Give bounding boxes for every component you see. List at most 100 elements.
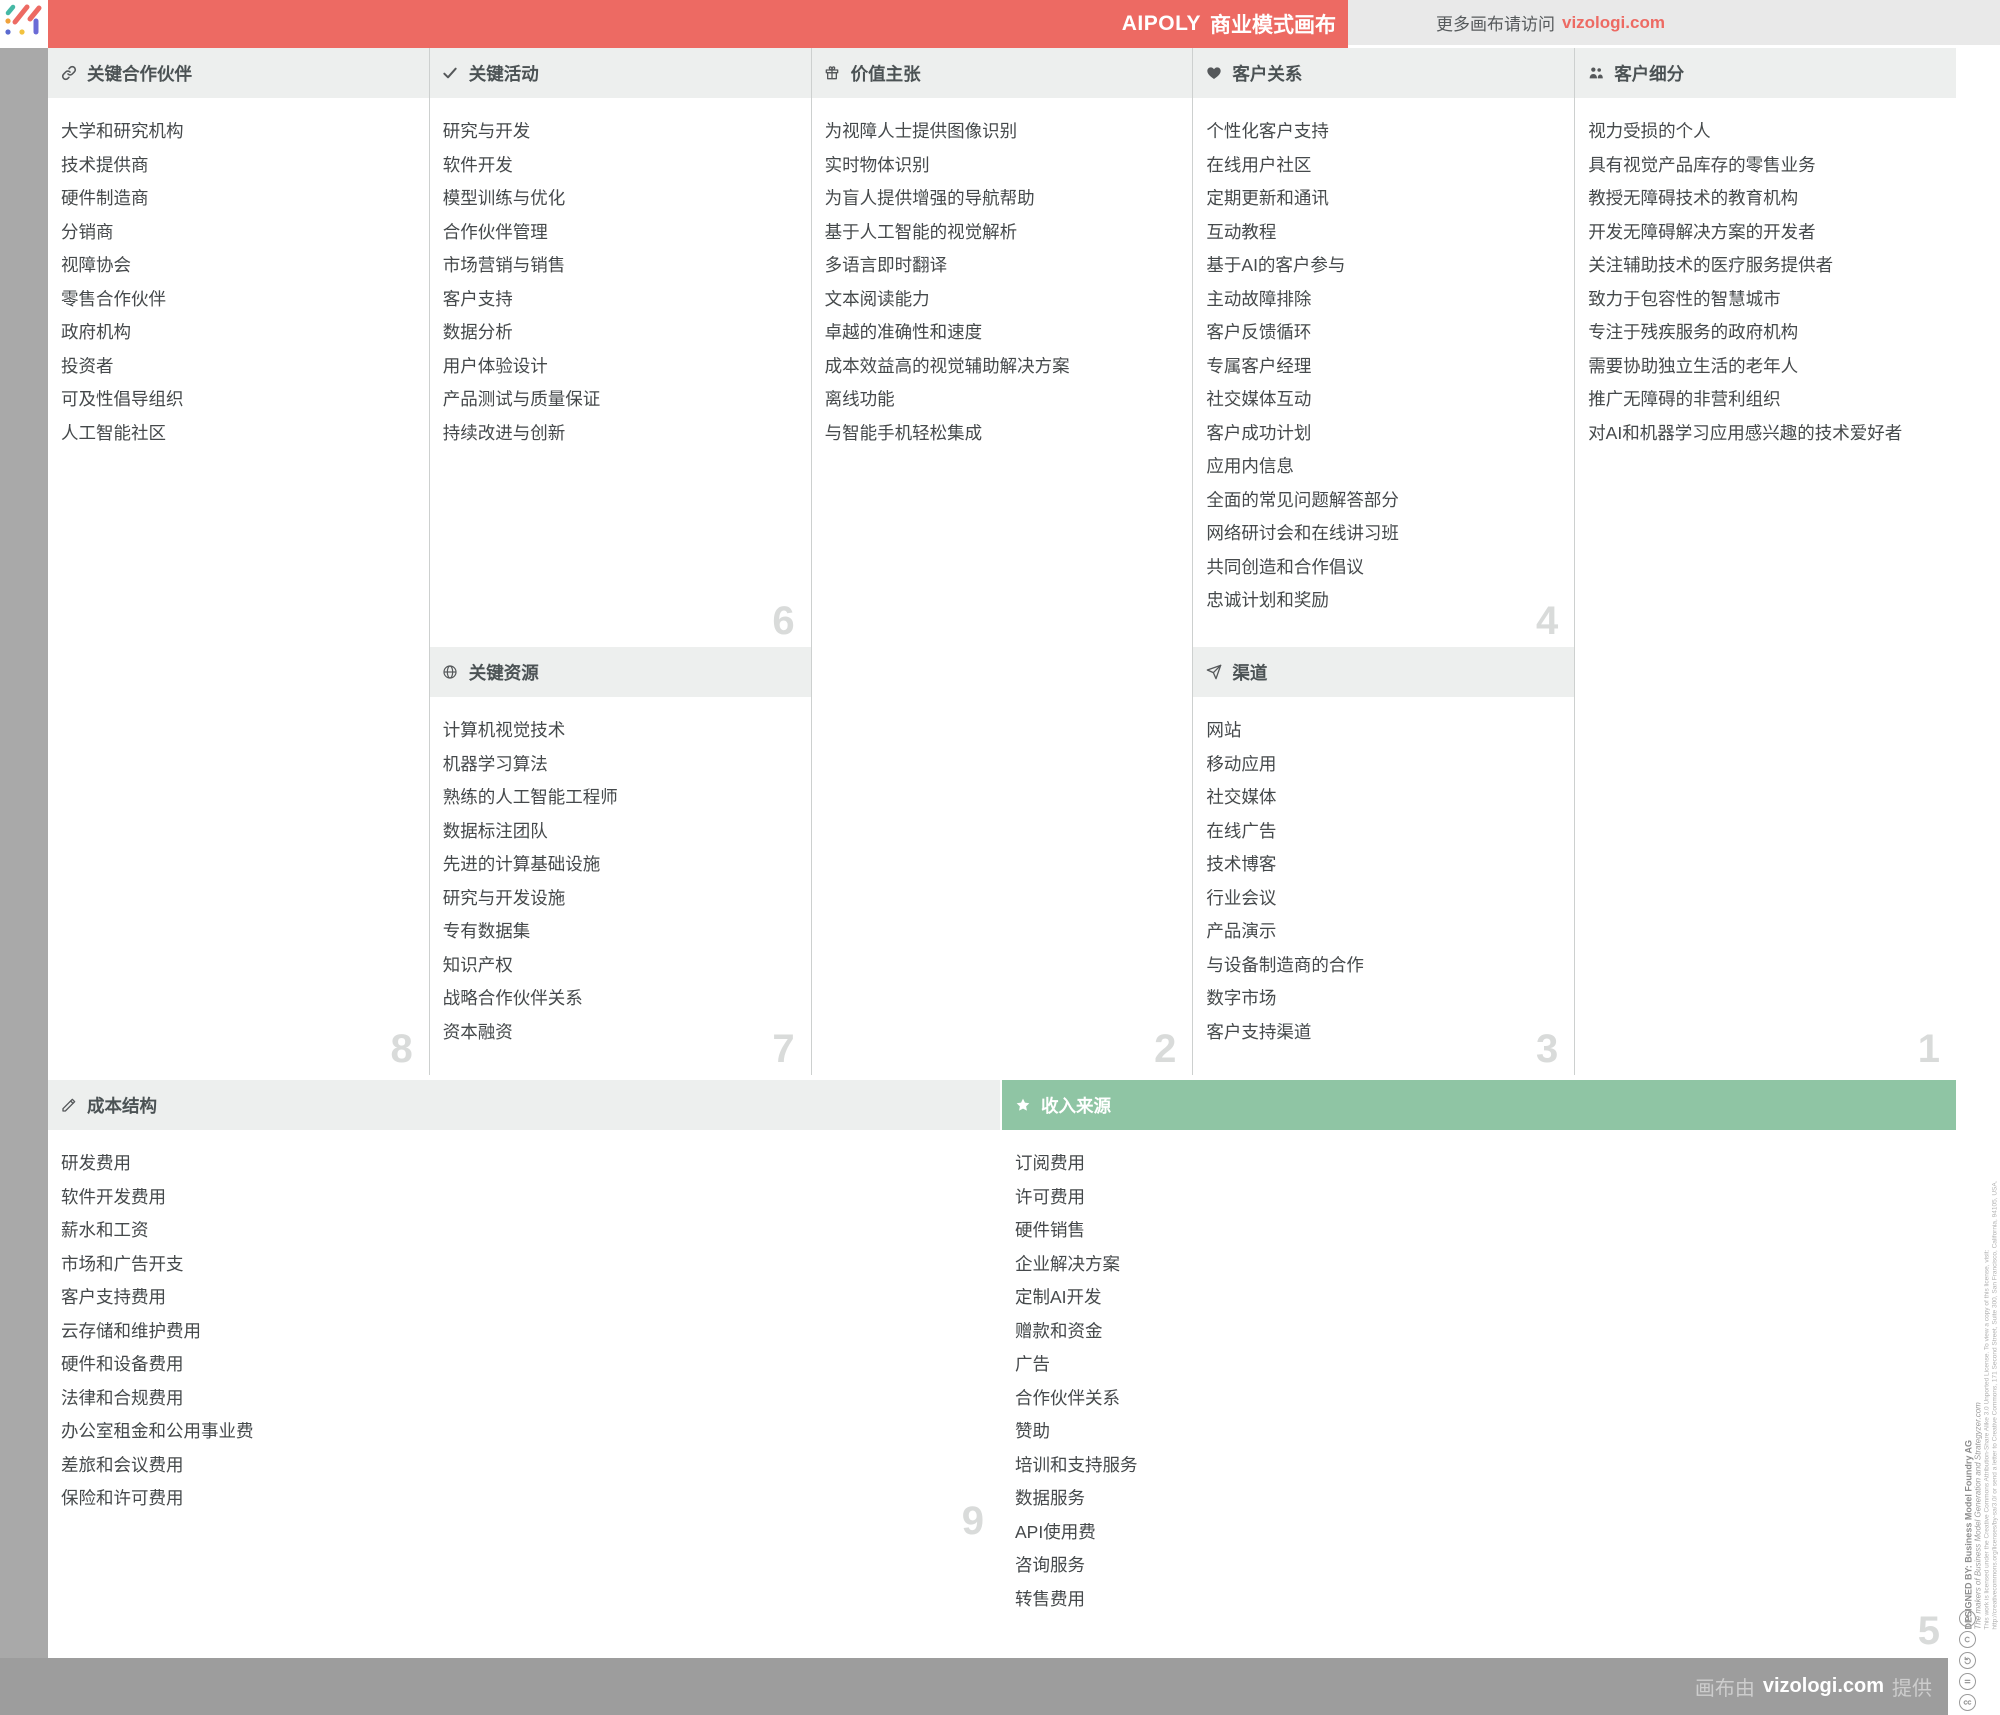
list-item: 在线广告 bbox=[1206, 820, 1277, 841]
section-title: 价值主张 bbox=[850, 63, 921, 84]
list-item: 产品演示 bbox=[1206, 921, 1277, 942]
list-item: 数据分析 bbox=[442, 322, 513, 343]
section-header-customer-relationships: 客户关系 bbox=[1193, 48, 1575, 98]
list-item: 咨询服务 bbox=[1015, 1555, 1085, 1576]
list-item: 具有视觉产品库存的零售业务 bbox=[1588, 154, 1816, 175]
designed-by-text: DESIGNED BY: Business Model Foundry AG bbox=[1963, 1440, 1974, 1630]
list-item: 投资者 bbox=[61, 355, 114, 376]
canvas-grid: 关键合作伙伴 大学和研究机构 技术提供商 硬件制造商 分销商 视障协会 零售合作伙伴 政府机… bbox=[48, 48, 1956, 1075]
list-item: 教授无障碍技术的教育机构 bbox=[1588, 188, 1799, 209]
list-item: 熟练的人工智能工程师 bbox=[442, 787, 618, 808]
list-item: 对AI和机器学习应用感兴趣的技术爱好者 bbox=[1588, 422, 1903, 443]
section-key-activities: 关键活动 研究与开发 软件开发 模型训练与优化 合作伙伴管理 市场营销与销售 客户支持 数据… bbox=[429, 48, 811, 643]
list-item: 赞助 bbox=[1015, 1421, 1050, 1442]
section-key-resources: 关键资源 计算机视觉技术 机器学习算法 熟练的人工智能工程师 数据标注团队 先进的计算基… bbox=[429, 647, 811, 1075]
section-header-key-resources: 关键资源 bbox=[429, 647, 811, 697]
section-header-key-partners: 关键合作伙伴 bbox=[48, 48, 429, 98]
list-item: 可及性倡导组织 bbox=[61, 389, 184, 410]
list-item: 共同创造和合作倡议 bbox=[1206, 556, 1364, 577]
list-item: 模型训练与优化 bbox=[442, 188, 566, 209]
cc-sharealike-icon bbox=[1959, 1652, 1976, 1669]
list-item: 培训和支持服务 bbox=[1015, 1454, 1138, 1475]
star-icon bbox=[1014, 1097, 1031, 1114]
list-item: 数字市场 bbox=[1206, 988, 1277, 1009]
list-item: 移动应用 bbox=[1206, 753, 1277, 774]
list-item: 关注辅助技术的医疗服务提供者 bbox=[1588, 255, 1834, 276]
section-title: 关键活动 bbox=[468, 63, 539, 84]
section-header-key-activities: 关键活动 bbox=[429, 48, 811, 98]
list-item: 研发费用 bbox=[61, 1153, 131, 1174]
link-icon bbox=[60, 65, 77, 82]
left-gutter bbox=[0, 48, 48, 1658]
list-item: 合作伙伴管理 bbox=[442, 221, 548, 242]
list-item: 人工智能社区 bbox=[61, 422, 166, 443]
list-item: 定制AI开发 bbox=[1015, 1287, 1102, 1308]
list-item: 专属客户经理 bbox=[1206, 355, 1312, 376]
page-title: 商业模式画布 bbox=[1210, 14, 1336, 37]
list-item: 为盲人提供增强的导航帮助 bbox=[824, 188, 1035, 209]
footer-suffix: 提供 bbox=[1892, 1678, 1932, 1700]
vizologi-logo-icon bbox=[5, 4, 42, 35]
section-title: 成本结构 bbox=[87, 1095, 157, 1116]
list-item: 先进的计算基础设施 bbox=[442, 854, 601, 875]
footer-vizologi-link[interactable]: vizologi.com bbox=[1763, 1675, 1884, 1698]
cc-license-badges bbox=[1959, 1610, 1976, 1711]
section-number: 8 bbox=[390, 1027, 413, 1071]
list-item: 市场和广告开支 bbox=[61, 1253, 184, 1274]
bottom-row: 成本结构 研发费用 软件开发费用 薪水和工资 市场和广告开支 客户支持费用 云存储和维护费… bbox=[48, 1080, 1956, 1658]
list-item: 许可费用 bbox=[1015, 1186, 1085, 1207]
section-number: 9 bbox=[961, 1499, 984, 1543]
section-cost-structure: 成本结构 研发费用 软件开发费用 薪水和工资 市场和广告开支 客户支持费用 云存储和维护费… bbox=[48, 1080, 1000, 1547]
list-item: 离线功能 bbox=[824, 389, 895, 410]
list-item: 忠诚计划和奖励 bbox=[1206, 590, 1329, 611]
section-items: 研发费用 软件开发费用 薪水和工资 市场和广告开支 客户支持费用 云存储和维护费用 硬件和设… bbox=[48, 1130, 1000, 1515]
license-line-1: This work is licensed under the Creative… bbox=[1983, 1250, 1991, 1630]
designed-by-credit: DESIGNED BY: Business Model Foundry AG T… bbox=[1963, 1403, 1983, 1630]
section-number: 5 bbox=[1917, 1609, 1940, 1653]
globe-icon bbox=[442, 664, 459, 681]
list-item: 企业解决方案 bbox=[1015, 1253, 1120, 1274]
list-item: 软件开发 bbox=[442, 154, 513, 175]
cc-attribution-icon bbox=[1959, 1610, 1976, 1627]
section-items: 视力受损的个人 具有视觉产品库存的零售业务 教授无障碍技术的教育机构 开发无障碍解决方… bbox=[1575, 98, 1956, 449]
list-item: 机器学习算法 bbox=[442, 753, 548, 774]
list-item: 推广无障碍的非营利组织 bbox=[1588, 389, 1781, 410]
list-item: 资本融资 bbox=[442, 1021, 513, 1042]
list-item: 战略合作伙伴关系 bbox=[442, 988, 583, 1009]
list-item: 持续改进与创新 bbox=[442, 422, 566, 443]
list-item: 差旅和会议费用 bbox=[61, 1454, 184, 1475]
list-item: 分销商 bbox=[61, 221, 114, 242]
section-number: 6 bbox=[772, 599, 795, 643]
list-item: 软件开发费用 bbox=[61, 1186, 166, 1207]
list-item: 法律和合规费用 bbox=[61, 1387, 184, 1408]
list-item: 合作伙伴关系 bbox=[1015, 1387, 1120, 1408]
list-item: 个性化客户支持 bbox=[1206, 121, 1329, 142]
section-items: 计算机视觉技术 机器学习算法 熟练的人工智能工程师 数据标注团队 先进的计算基础设施 研究… bbox=[430, 697, 811, 1048]
list-item: 研究与开发设施 bbox=[442, 887, 566, 908]
brand-name: AIPOLY bbox=[1121, 12, 1201, 35]
list-item: 数据标注团队 bbox=[442, 820, 548, 841]
section-items: 研究与开发 软件开发 模型训练与优化 合作伙伴管理 市场营销与销售 客户支持 数据分析 用户体… bbox=[430, 98, 811, 449]
column-key-partners: 关键合作伙伴 大学和研究机构 技术提供商 硬件制造商 分销商 视障协会 零售合作伙伴 政府机… bbox=[48, 48, 430, 1075]
section-number: 4 bbox=[1535, 599, 1559, 643]
more-canvases-text: 更多画布请访问 bbox=[1436, 15, 1555, 34]
list-item: 与设备制造商的合作 bbox=[1206, 954, 1364, 975]
vizologi-link[interactable]: vizologi.com bbox=[1562, 13, 1665, 33]
section-number: 2 bbox=[1154, 1027, 1177, 1071]
list-item: 专有数据集 bbox=[442, 921, 531, 942]
column-key-activities: 关键活动 研究与开发 软件开发 模型训练与优化 合作伙伴管理 市场营销与销售 客户支持 数据… bbox=[429, 48, 812, 1075]
header-more-area: 更多画布请访问 vizologi.com bbox=[1348, 0, 2000, 45]
heart-icon bbox=[1205, 65, 1222, 82]
list-item: 市场营销与销售 bbox=[442, 255, 566, 276]
section-customer-segments: 客户细分 视力受损的个人 具有视觉产品库存的零售业务 教授无障碍技术的教育机构 开发无… bbox=[1575, 48, 1956, 1075]
section-items: 为视障人士提供图像识别 实时物体识别 为盲人提供增强的导航帮助 基于人工智能的视觉解析… bbox=[812, 98, 1193, 449]
column-customer-segments: 客户细分 视力受损的个人 具有视觉产品库存的零售业务 教授无障碍技术的教育机构 开发无… bbox=[1575, 48, 1956, 1075]
list-item: 知识产权 bbox=[442, 954, 513, 975]
cc-equal-icon bbox=[1959, 1673, 1976, 1690]
license-line-2: http://creativecommons.org/licenses/by-s… bbox=[1991, 1180, 1999, 1630]
list-item: 开发无障碍解决方案的开发者 bbox=[1588, 221, 1816, 242]
makers-text: The makers of Business Model Generation … bbox=[1973, 1402, 1983, 1630]
list-item: 网络研讨会和在线讲习班 bbox=[1206, 523, 1399, 544]
list-item: 技术提供商 bbox=[61, 154, 149, 175]
list-item: 客户支持渠道 bbox=[1206, 1021, 1312, 1042]
